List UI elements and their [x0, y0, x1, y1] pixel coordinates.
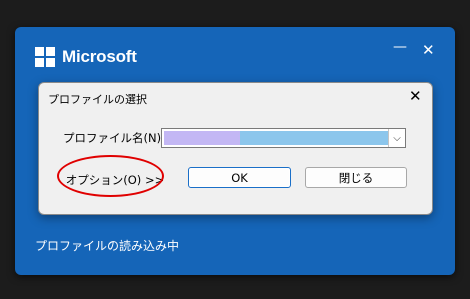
close-window-button[interactable]: ✕	[422, 41, 435, 59]
profile-name-label: プロファイル名(N):	[63, 131, 165, 145]
ok-button[interactable]: OK	[188, 167, 291, 188]
red-annotation-circle	[57, 155, 164, 197]
dialog-close-button[interactable]: ✕	[409, 87, 422, 105]
brand-name: Microsoft	[62, 47, 137, 66]
profile-name-dropdown[interactable]: ⌵	[161, 128, 406, 148]
chevron-down-icon[interactable]: ⌵	[388, 129, 405, 147]
dialog-title: プロファイルの選択	[48, 93, 147, 106]
microsoft-logo: Microsoft	[35, 47, 137, 67]
profile-name-value	[164, 131, 388, 145]
microsoft-grid-icon	[35, 47, 55, 67]
close-button[interactable]: 閉じる	[305, 167, 407, 188]
minimize-button[interactable]: —	[393, 39, 407, 55]
loading-status: プロファイルの読み込み中	[35, 239, 180, 253]
